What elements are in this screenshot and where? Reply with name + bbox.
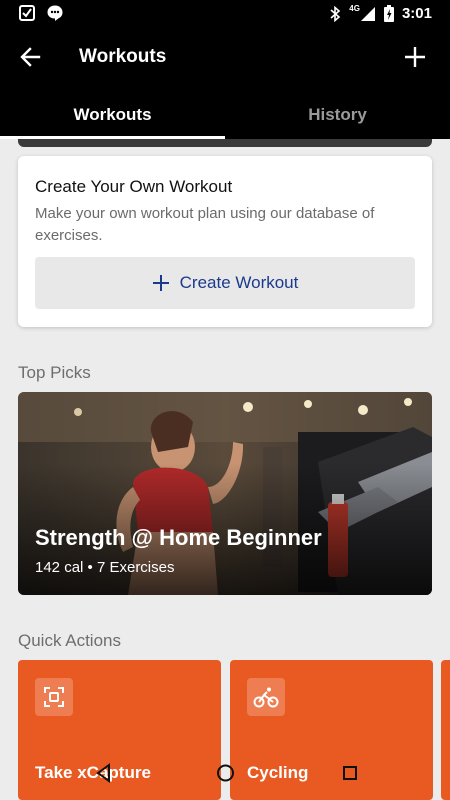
status-right-icons: 4G 3:01 bbox=[329, 4, 432, 22]
system-navigation bbox=[0, 763, 450, 785]
top-pick-meta: 142 cal • 7 Exercises bbox=[35, 559, 175, 576]
create-card-title: Create Your Own Workout bbox=[35, 177, 233, 196]
status-time: 3:01 bbox=[401, 5, 432, 22]
signal-icon bbox=[360, 6, 375, 21]
quick-actions-heading: Quick Actions bbox=[18, 631, 121, 650]
scan-icon bbox=[35, 678, 73, 716]
message-icon bbox=[47, 5, 63, 21]
tab-workouts[interactable]: Workouts bbox=[0, 86, 225, 139]
create-workout-label: Create Workout bbox=[179, 273, 299, 292]
status-left-icons bbox=[18, 4, 64, 22]
plus-icon bbox=[152, 275, 169, 291]
app-bar: Workouts bbox=[0, 28, 450, 86]
cycling-icon bbox=[247, 678, 285, 716]
top-pick-title: Strength @ Home Beginner bbox=[35, 525, 322, 550]
top-picks-heading: Top Picks bbox=[18, 363, 91, 382]
tab-history[interactable]: History bbox=[225, 86, 450, 139]
nav-home-icon[interactable] bbox=[216, 763, 235, 783]
top-pick-card[interactable]: Strength @ Home Beginner 142 cal • 7 Exe… bbox=[18, 392, 432, 595]
create-workout-button[interactable]: Create Workout bbox=[35, 257, 415, 309]
page-title: Workouts bbox=[79, 46, 167, 67]
tab-bar: Workouts History bbox=[0, 86, 450, 139]
nav-back-icon[interactable] bbox=[95, 763, 111, 783]
status-bar: 4G 3:01 bbox=[0, 0, 450, 28]
battery-icon bbox=[383, 5, 394, 22]
create-card-description: Make your own workout plan using our dat… bbox=[35, 205, 375, 244]
previous-card-edge bbox=[18, 139, 432, 147]
checklist-icon bbox=[19, 5, 35, 21]
plus-icon[interactable] bbox=[402, 44, 428, 70]
bluetooth-icon bbox=[330, 5, 341, 22]
arrow-left-icon[interactable] bbox=[18, 44, 44, 70]
create-workout-card: Create Your Own Workout Make your own wo… bbox=[18, 156, 432, 327]
nav-recents-icon[interactable] bbox=[342, 763, 358, 783]
network-type: 4G bbox=[349, 4, 360, 13]
